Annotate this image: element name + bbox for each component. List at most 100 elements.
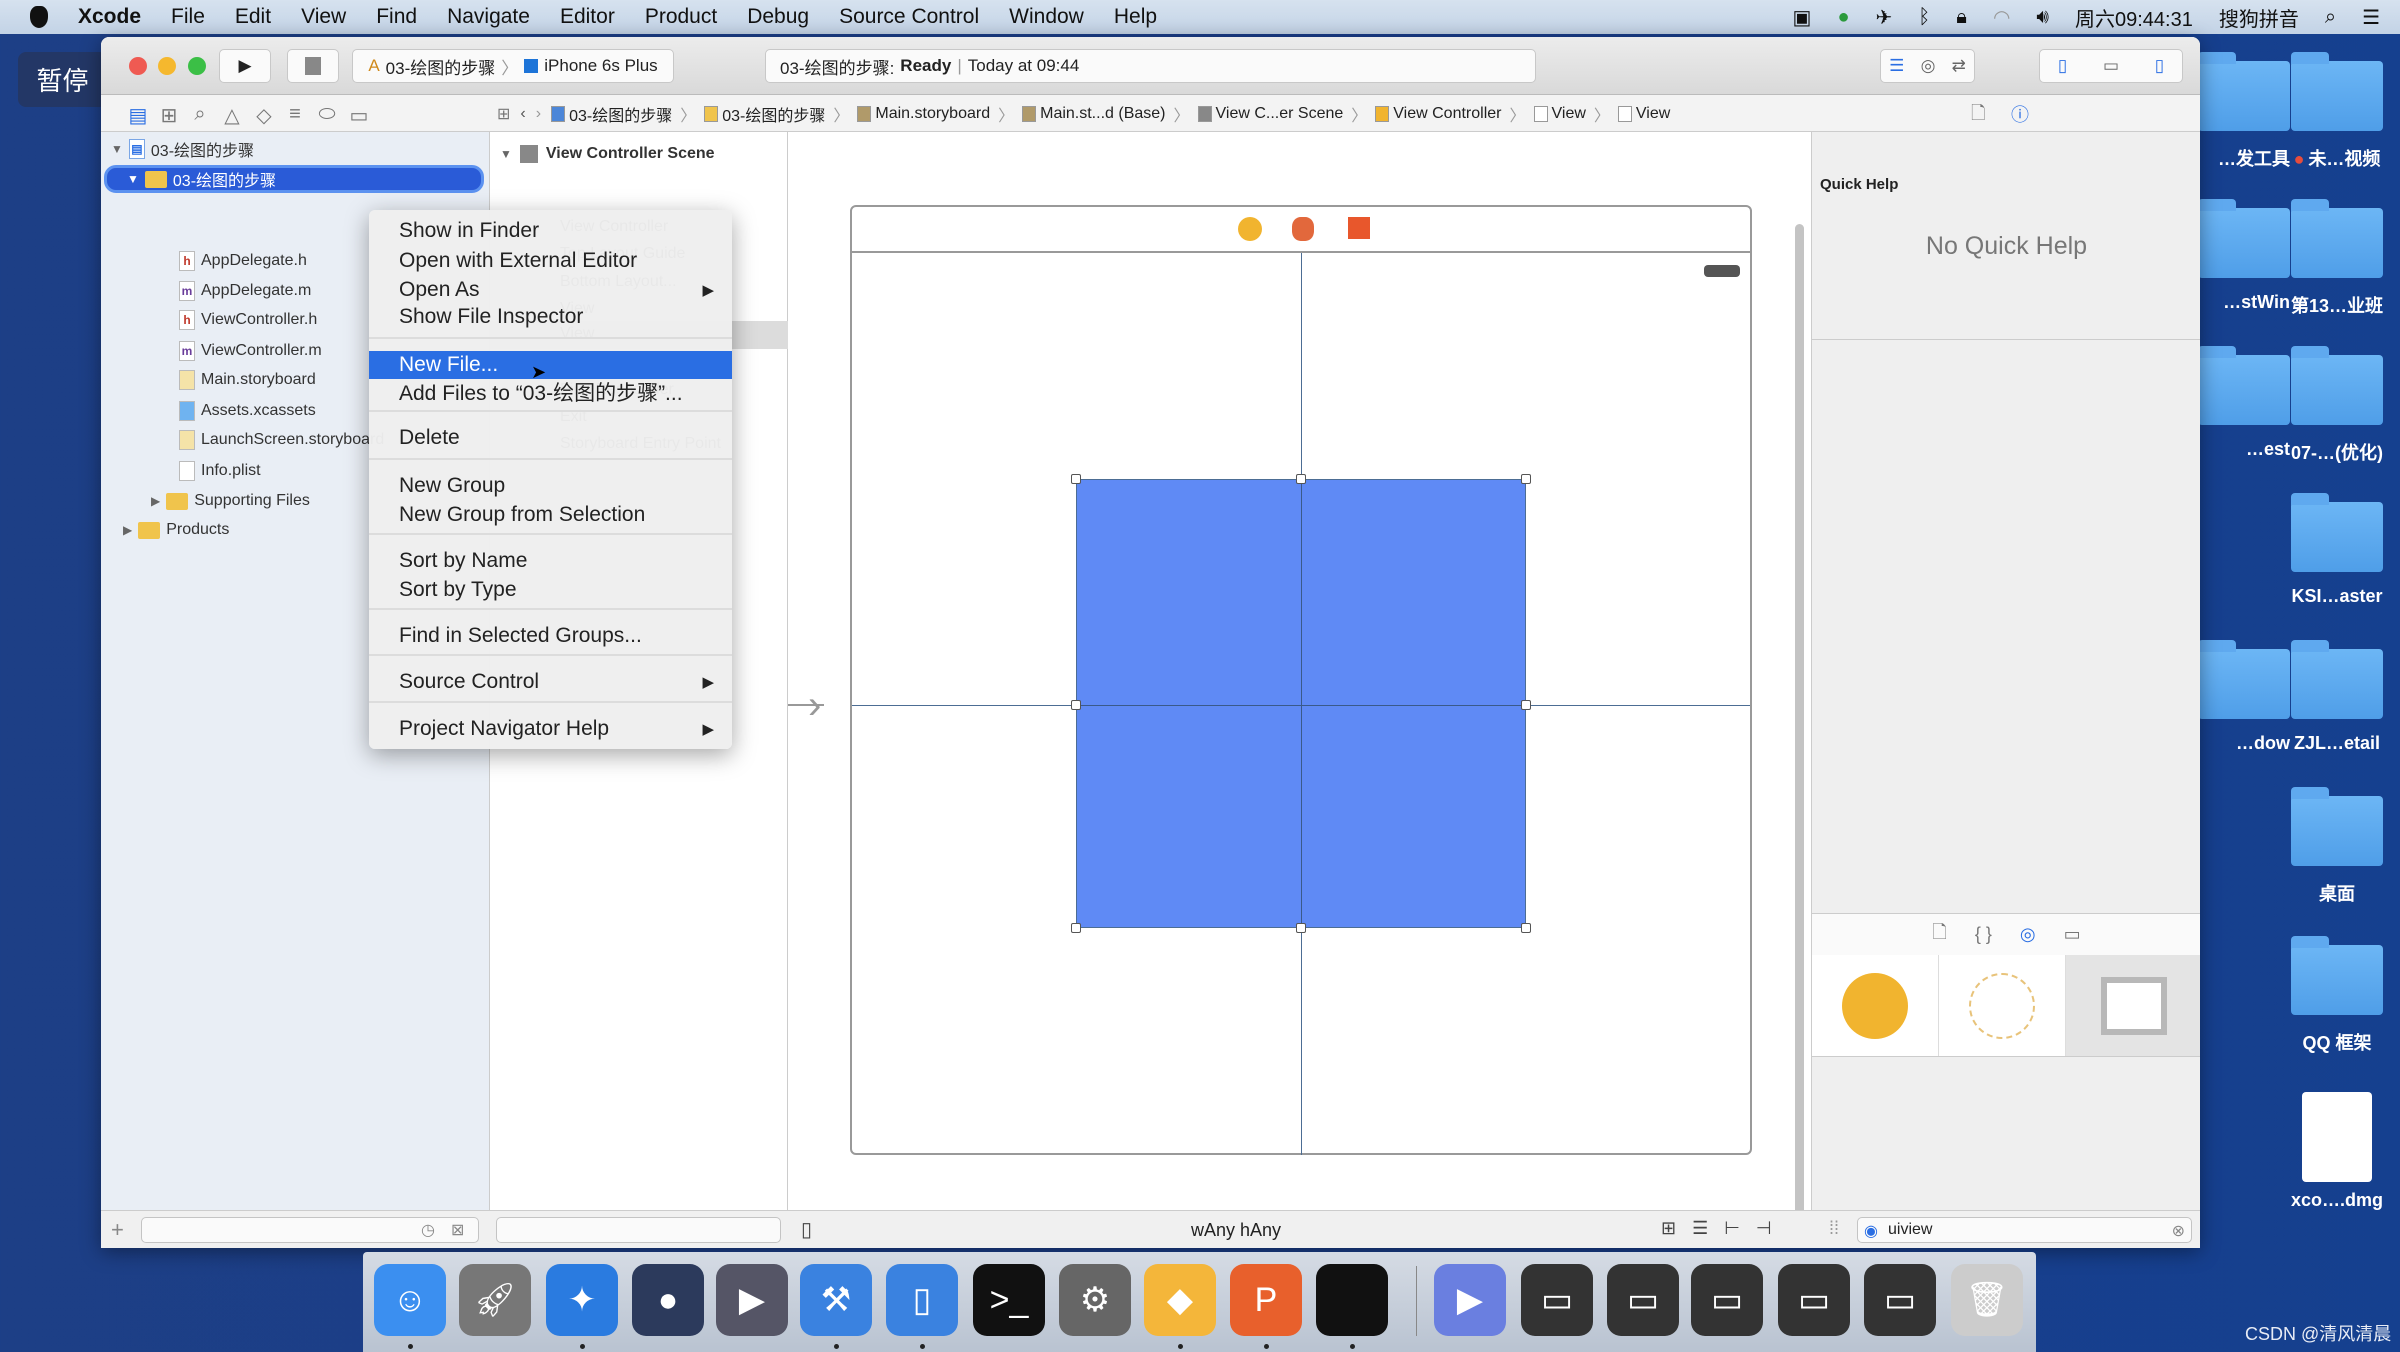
dock-trash-icon[interactable]: 🗑︎ [1951, 1264, 2023, 1336]
minimize-button[interactable] [158, 57, 176, 75]
resize-handle[interactable] [1521, 700, 1531, 710]
breakpoint-navigator-icon[interactable]: ⬭ [314, 103, 340, 126]
menu-debug[interactable]: Debug [747, 5, 809, 29]
menu-window[interactable]: Window [1009, 5, 1084, 29]
file-inspector-icon[interactable]: 🗋︎ [1971, 101, 1985, 131]
desktop-item[interactable]: xco….dmg [2272, 1092, 2400, 1211]
jump-bar-item[interactable]: View [1617, 102, 1670, 126]
clear-search-icon[interactable]: ⊗ [2172, 1221, 2185, 1241]
input-method[interactable]: 搜狗拼音 [2219, 3, 2299, 32]
navigator-toggle-icon[interactable]: ▯ [2058, 56, 2067, 76]
dock-xcode-icon[interactable]: ⚒ [800, 1264, 872, 1336]
version-editor-icon[interactable]: ⇄ [1952, 56, 1966, 76]
dock-quicktime-icon[interactable]: ▶ [1434, 1264, 1506, 1336]
issue-navigator-icon[interactable]: △ [219, 103, 245, 128]
scheme-selector[interactable]: A 03-绘图的步骤〉 iPhone 6s Plus [352, 49, 674, 83]
menu-item-add-files-to-03[interactable]: Add Files to “03-绘图的步骤”... [369, 378, 732, 406]
jump-bar-item[interactable]: View C...er Scene [1197, 102, 1343, 126]
outline-toggle-icon[interactable]: ▯ [801, 1217, 812, 1242]
notification-center-icon[interactable]: ☰ [2362, 5, 2380, 30]
desktop-item[interactable]: 桌面 [2272, 787, 2400, 906]
debug-area-toggle-icon[interactable]: ▭ [2103, 56, 2119, 76]
menu-item-show-file-inspector[interactable]: Show File Inspector [369, 303, 732, 331]
add-button[interactable]: + [111, 1217, 124, 1243]
dock-finder-icon[interactable]: ☺ [374, 1264, 446, 1336]
grid-view-icon[interactable]: ⁞⁞ [1829, 1218, 1839, 1239]
scene-row[interactable]: ▼ View Controller Scene [500, 145, 715, 163]
resize-handle[interactable] [1296, 474, 1306, 484]
resize-handle[interactable] [1296, 923, 1306, 933]
project-navigator-icon[interactable]: ▤ [125, 103, 151, 128]
airplane-icon[interactable]: ✈ [1876, 5, 1893, 30]
recent-files-icon[interactable]: ◷ [421, 1220, 435, 1240]
volume-icon[interactable]: 🔊︎ [2036, 6, 2049, 29]
object-library-icon[interactable]: ◎ [2020, 924, 2036, 945]
menu-item-new-group[interactable]: New Group [369, 472, 732, 500]
resize-handle[interactable] [1071, 474, 1081, 484]
apple-icon[interactable] [30, 6, 48, 28]
navigator-file-row[interactable]: Assets.xcassets [179, 397, 316, 425]
menu-item-sort-by-name[interactable]: Sort by Name [369, 547, 732, 575]
clock[interactable]: 周六09:44:31 [2075, 3, 2193, 32]
file-template-library-icon[interactable]: 🗋︎ [1932, 920, 1946, 950]
navigator-file-row[interactable]: ▶ Supporting Files [151, 487, 310, 515]
zoom-button[interactable] [188, 57, 206, 75]
dock-launchpad-icon[interactable]: 🚀︎ [459, 1264, 531, 1336]
lock-icon[interactable]: 🔒︎ [1956, 6, 1967, 29]
size-class-label[interactable]: wAny hAny [1191, 1220, 1281, 1241]
navigator-file-row[interactable]: m AppDelegate.m [179, 277, 311, 305]
exit-icon[interactable] [1348, 217, 1370, 239]
project-row[interactable]: ▼ ▤ 03-绘图的步骤 [111, 135, 254, 163]
library-item-storyboard-reference[interactable] [1939, 955, 2066, 1056]
menu-item-new-group-from-selection[interactable]: New Group from Selection [369, 501, 732, 529]
dock-exec-icon[interactable] [1316, 1264, 1388, 1336]
desktop-item[interactable]: ● 未…视频 [2272, 52, 2400, 171]
resize-handle[interactable] [1071, 923, 1081, 933]
navigator-file-row[interactable]: h ViewController.h [179, 306, 317, 334]
jump-bar-item[interactable]: View Controller [1375, 102, 1501, 126]
scm-filter-icon[interactable]: ⊠ [451, 1220, 464, 1240]
menu-file[interactable]: File [171, 5, 205, 29]
menu-item-sort-by-type[interactable]: Sort by Type [369, 576, 732, 604]
find-navigator-icon[interactable]: ⌕ [187, 103, 213, 126]
menu-item-open-with-external-editor[interactable]: Open with External Editor [369, 247, 732, 275]
autolayout-tools[interactable]: ⊞☰⊢⊣ [1661, 1218, 1788, 1239]
desktop-item[interactable]: 第13…业班 [2272, 199, 2400, 318]
desktop-item[interactable]: ZJL…etail [2272, 640, 2400, 754]
menu-item-project-navigator-help[interactable]: Project Navigator Help ▶ [369, 715, 732, 743]
navigator-file-row[interactable]: ▶ Products [123, 516, 229, 544]
dock-sketch-icon[interactable]: ◆ [1144, 1264, 1216, 1336]
menu-item-open-as[interactable]: Open As ▶ [369, 276, 732, 304]
menu-source-control[interactable]: Source Control [839, 5, 979, 29]
dock-movie-icon[interactable]: ▶ [716, 1264, 788, 1336]
menu-view[interactable]: View [301, 5, 346, 29]
desktop-item[interactable]: QQ 框架 [2272, 936, 2400, 1055]
jump-bar-item[interactable]: Main.storyboard [857, 102, 990, 126]
utilities-toggle-icon[interactable]: ▯ [2155, 56, 2164, 76]
navigator-file-row[interactable]: Info.plist [179, 457, 261, 485]
bluetooth-icon[interactable]: ᛒ [1918, 6, 1930, 29]
library-search-field[interactable]: ◉ uiview ⊗ [1857, 1217, 2192, 1243]
dock-terminal-icon[interactable]: >_ [973, 1264, 1045, 1336]
menu-item-show-in-finder[interactable]: Show in Finder [369, 217, 732, 245]
close-button[interactable] [129, 57, 147, 75]
navigator-file-row[interactable]: m ViewController.m [179, 337, 322, 365]
dock-safari-icon[interactable]: ✦ [546, 1264, 618, 1336]
symbol-navigator-icon[interactable]: ⊞ [156, 103, 182, 128]
screen-record-icon[interactable]: ▣ [1793, 5, 1812, 30]
jump-bar-item[interactable]: 03-绘图的步骤 [704, 102, 825, 126]
wifi-icon[interactable]: ◠ [1993, 5, 2010, 30]
dock-screen-3-icon[interactable]: ▭ [1691, 1264, 1763, 1336]
dock-screen-4-icon[interactable]: ▭ [1778, 1264, 1850, 1336]
app-status-icon[interactable]: ● [1837, 6, 1849, 29]
menu-navigate[interactable]: Navigate [447, 5, 530, 29]
code-snippet-library-icon[interactable]: { } [1975, 924, 1992, 945]
debug-navigator-icon[interactable]: ≡ [282, 103, 308, 126]
dock-screen-1-icon[interactable]: ▭ [1521, 1264, 1593, 1336]
menu-help[interactable]: Help [1114, 5, 1157, 29]
dock-mouse-icon[interactable]: ● [632, 1264, 704, 1336]
media-library-icon[interactable]: ▭ [2064, 924, 2081, 945]
dock-paw-icon[interactable]: P [1230, 1264, 1302, 1336]
menu-editor[interactable]: Editor [560, 5, 615, 29]
menu-find[interactable]: Find [376, 5, 417, 29]
